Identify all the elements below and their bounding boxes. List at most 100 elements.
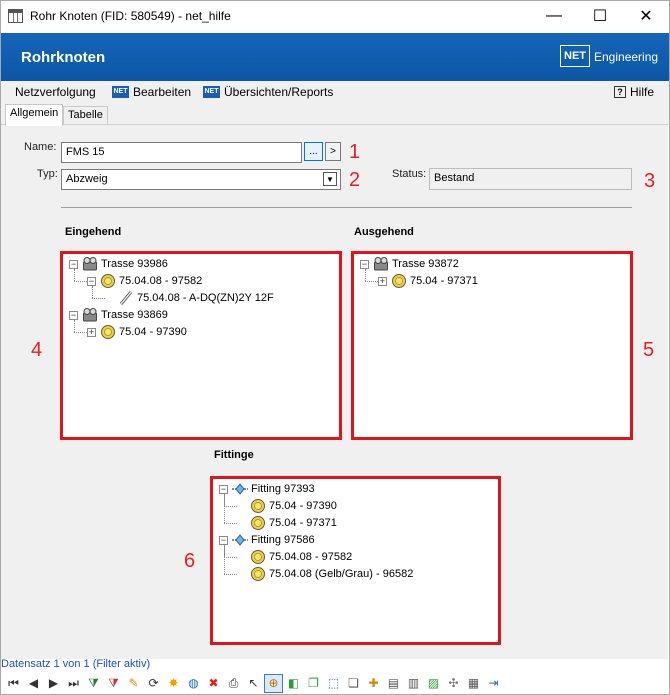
edit-pencil-icon[interactable]: ✎	[124, 674, 143, 693]
selection-box-icon[interactable]: ⬚	[324, 674, 343, 693]
collapse-icon[interactable]: −	[219, 535, 228, 545]
image-add-icon[interactable]: ▨	[424, 674, 443, 693]
goto-button[interactable]: >	[325, 142, 341, 161]
tree-connector	[224, 545, 225, 574]
collapse-icon[interactable]: −	[360, 259, 369, 269]
fitting-icon	[232, 481, 248, 497]
browse-button[interactable]: ...	[304, 142, 323, 161]
network-icon[interactable]: ✣	[444, 674, 463, 693]
annotation-2: 2	[349, 169, 361, 191]
status-field: Bestand	[429, 168, 632, 190]
net-logo-icon: NET	[560, 45, 590, 67]
tree-connector	[92, 286, 93, 298]
tree-node[interactable]: − Fitting 97393	[219, 481, 315, 497]
status-label: Status:	[392, 168, 427, 180]
first-record-icon[interactable]: ⏮	[4, 674, 23, 693]
close-button[interactable]: ✕	[623, 0, 669, 32]
tree-connector	[224, 557, 237, 558]
fitting-icon	[232, 532, 248, 548]
tree-node[interactable]: +75.04 - 97390	[87, 324, 187, 340]
menu-hilfe[interactable]: ? Hilfe	[614, 85, 654, 99]
tab-strip: Allgemein Tabelle	[1, 103, 669, 126]
menu-uebersichten-reports[interactable]: NET Übersichten/Reports	[203, 85, 333, 99]
zoom-to-icon[interactable]: ⊕	[264, 673, 283, 693]
tree-node[interactable]: 75.04 - 97371	[237, 515, 337, 531]
tree-node-label: 75.04.08 - 97582	[119, 275, 203, 287]
incoming-title: Eingehend	[65, 226, 122, 238]
tree-node[interactable]: − Trasse 93869	[69, 307, 168, 323]
tree-node[interactable]: 75.04 - 97390	[237, 498, 337, 514]
layer-green-icon[interactable]: ◧	[284, 674, 303, 693]
last-record-icon[interactable]: ⏭	[64, 674, 83, 693]
fittings-title: Fittinge	[214, 449, 254, 461]
filter-add-icon[interactable]: ⧩	[84, 674, 103, 693]
tree-node[interactable]: − 75.04.08 - 97582	[87, 273, 202, 289]
expand-icon[interactable]: +	[378, 276, 387, 286]
tree-node-label: 75.04.08 (Gelb/Grau) - 96582	[269, 568, 414, 580]
tree-node[interactable]: 75.04.08 - 97582	[237, 549, 352, 565]
outgoing-tree[interactable]: − Trasse 93872 +75.04 - 97371	[351, 251, 633, 440]
tree-node-label: Fitting 97586	[251, 534, 315, 546]
tree-node[interactable]: − Trasse 93986	[69, 256, 168, 272]
next-record-icon[interactable]: ▶	[44, 674, 63, 693]
maximize-button[interactable]: ☐	[577, 0, 623, 32]
record-toolbar: ⏮ ◀ ▶ ⏭ ⧩ ⧩ ✎ ⟳ ✸ ◍ ✖ ⎙ ↖ ⊕ ◧ ❐ ⬚ ❏ ✚ ▤ ▥ ▨ ✣ ▦ ⇥	[0, 672, 670, 694]
tab-tabelle[interactable]: Tabelle	[63, 106, 108, 125]
delete-icon[interactable]: ✖	[204, 674, 223, 693]
separator	[61, 207, 632, 208]
export-icon[interactable]: ⇥	[484, 674, 503, 693]
name-input[interactable]: FMS 15	[61, 142, 302, 163]
menu-bearbeiten[interactable]: NET Bearbeiten	[112, 85, 191, 99]
tree-connector	[365, 269, 366, 281]
document-icon[interactable]: ▤	[384, 674, 403, 693]
incoming-tree[interactable]: − Trasse 93986−75.04.08 - 97582 75.04.08 -…	[60, 251, 342, 440]
help-icon: ?	[614, 86, 626, 98]
layer-copy-icon[interactable]: ❐	[304, 674, 323, 693]
annotation-5: 5	[643, 339, 655, 361]
window-title: Rohr Knoten (FID: 580549) - net_hilfe	[30, 9, 231, 23]
tree-connector	[224, 506, 237, 507]
collapse-icon[interactable]: −	[69, 310, 78, 320]
circle-icon	[250, 498, 266, 514]
tree-node[interactable]: +75.04 - 97371	[378, 273, 478, 289]
tree-node[interactable]: 75.04.08 - A-DQ(ZN)2Y 12F	[105, 290, 274, 306]
tab-allgemein[interactable]: Allgemein	[5, 104, 64, 126]
fittings-tree[interactable]: − Fitting 97393 75.04 - 97390 75.04 - 97371…	[210, 476, 501, 645]
tree-node[interactable]: 75.04.08 (Gelb/Grau) - 96582	[237, 566, 413, 582]
collapse-icon[interactable]: −	[219, 484, 228, 494]
duplicate-icon[interactable]: ❏	[344, 674, 363, 693]
previous-record-icon[interactable]: ◀	[24, 674, 43, 693]
tree-connector	[74, 281, 87, 282]
highlight-icon[interactable]: ✸	[164, 674, 183, 693]
menu-label: Übersichten/Reports	[224, 85, 334, 99]
tree-connector	[74, 320, 75, 332]
minimize-button[interactable]: —	[531, 0, 577, 32]
collapse-icon[interactable]: −	[69, 259, 78, 269]
filter-remove-icon[interactable]: ⧩	[104, 674, 123, 693]
tree-node[interactable]: − Fitting 97586	[219, 532, 315, 548]
circle-icon	[250, 515, 266, 531]
net-icon: NET	[112, 86, 129, 98]
cable-icon	[118, 290, 134, 306]
tree-connector	[224, 574, 237, 575]
tree-node-label: Trasse 93986	[101, 258, 168, 270]
select-cursor-icon[interactable]: ↖	[244, 674, 263, 693]
chevron-down-icon[interactable]: ▼	[323, 172, 337, 186]
table-icon[interactable]: ▦	[464, 674, 483, 693]
print-icon[interactable]: ⎙	[224, 674, 243, 693]
chart-document-icon[interactable]: ▥	[404, 674, 423, 693]
tree-node-label: 75.04 - 97390	[269, 500, 337, 512]
globe-icon[interactable]: ◍	[184, 674, 203, 693]
menu-netzverfolgung[interactable]: Netzverfolgung	[15, 85, 96, 99]
new-document-icon[interactable]: ✚	[364, 674, 383, 693]
form-header: Rohrknoten NET Engineering	[1, 33, 669, 81]
refresh-icon[interactable]: ⟳	[144, 674, 163, 693]
collapse-icon[interactable]: −	[87, 276, 96, 286]
outgoing-title: Ausgehend	[354, 226, 414, 238]
type-select[interactable]: Abzweig ▼	[61, 169, 341, 190]
circle-icon	[391, 273, 407, 289]
tree-node[interactable]: − Trasse 93872	[360, 256, 459, 272]
tree-connector	[74, 269, 75, 281]
circle-icon	[250, 549, 266, 565]
expand-icon[interactable]: +	[87, 327, 96, 337]
